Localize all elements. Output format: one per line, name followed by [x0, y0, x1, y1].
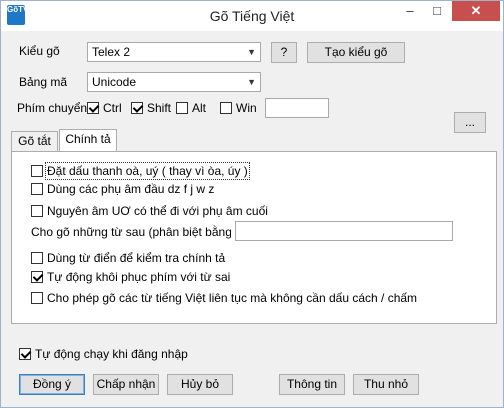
autostart-label: Tự động chạy khi đăng nhập: [35, 347, 188, 361]
win-checkbox[interactable]: Win: [220, 101, 257, 115]
checkbox-box[interactable]: [176, 102, 188, 114]
option-continuous-typing[interactable]: Cho phép gõ các từ tiếng Việt liên tục m…: [31, 291, 417, 305]
checkbox-box[interactable]: [31, 292, 43, 304]
ok-button[interactable]: Đồng ý: [19, 374, 85, 395]
checkbox-box[interactable]: [31, 271, 43, 283]
exceptions-input[interactable]: [235, 221, 453, 241]
checkbox-box[interactable]: [131, 102, 143, 114]
more-options-button[interactable]: ...: [454, 112, 486, 133]
alt-checkbox[interactable]: Alt: [176, 101, 206, 115]
autostart-checkbox[interactable]: Tự động chạy khi đăng nhập: [19, 347, 188, 361]
title-bar[interactable]: GõTV Gõ Tiếng Việt – □ ✕: [1, 1, 503, 31]
checkbox-box[interactable]: [31, 183, 43, 195]
charset-label: Bảng mã: [19, 75, 68, 89]
win-label: Win: [236, 101, 257, 115]
apply-button[interactable]: Chấp nhận: [93, 374, 159, 395]
help-button[interactable]: ?: [271, 42, 297, 63]
ctrl-checkbox[interactable]: Ctrl: [87, 101, 122, 115]
hotkey-label: Phím chuyển: [17, 101, 88, 115]
main-window: GõTV Gõ Tiếng Việt – □ ✕ Kiểu gõ Telex 2…: [0, 0, 504, 408]
create-input-method-button[interactable]: Tạo kiểu gõ: [307, 42, 405, 63]
chevron-down-icon: ▼: [247, 77, 256, 87]
option-auto-restore[interactable]: Tự động khôi phục phím với từ sai: [31, 270, 230, 284]
checkbox-box[interactable]: [31, 205, 43, 217]
option-label: Cho phép gõ các từ tiếng Việt liên tục m…: [47, 291, 418, 305]
charset-select[interactable]: Unicode ▼: [87, 72, 261, 92]
option-initial-consonants[interactable]: Dùng các phụ âm đầu dz f j w z: [31, 182, 214, 196]
minimize-window-button[interactable]: –: [397, 1, 423, 21]
ctrl-label: Ctrl: [103, 101, 122, 115]
tab-spelling[interactable]: Chính tả: [59, 129, 117, 151]
option-dictionary-check[interactable]: Dùng từ điển để kiểm tra chính tả: [31, 251, 225, 265]
shift-label: Shift: [147, 101, 172, 115]
option-label: Đặt dấu thanh oà, uý ( thay vì òa, úy ): [45, 162, 250, 180]
checkbox-box[interactable]: [220, 102, 232, 114]
info-button[interactable]: Thông tin: [279, 374, 345, 395]
input-method-select[interactable]: Telex 2 ▼: [87, 42, 261, 62]
checkbox-box[interactable]: [31, 165, 43, 177]
checkbox-box[interactable]: [31, 252, 43, 264]
minimize-to-tray-button[interactable]: Thu nhỏ: [353, 374, 419, 395]
tab-shortcuts[interactable]: Gõ tắt: [11, 131, 58, 151]
maximize-window-button[interactable]: □: [424, 1, 450, 21]
option-label: Dùng từ điển để kiểm tra chính tả: [47, 251, 226, 265]
chevron-down-icon: ▼: [247, 47, 256, 57]
option-label: Nguyên âm UƠ có thể đi với phụ âm cuối: [47, 204, 268, 218]
checkbox-box[interactable]: [87, 102, 99, 114]
option-label: Dùng các phụ âm đầu dz f j w z: [47, 182, 215, 196]
alt-label: Alt: [192, 101, 207, 115]
checkbox-box[interactable]: [19, 348, 31, 360]
hotkey-key-input[interactable]: [265, 98, 329, 118]
cancel-button[interactable]: Hủy bỏ: [167, 374, 233, 395]
shift-checkbox[interactable]: Shift: [131, 101, 171, 115]
charset-value: Unicode: [92, 75, 137, 89]
option-uo-vowel[interactable]: Nguyên âm UƠ có thể đi với phụ âm cuối: [31, 204, 268, 218]
option-tone-placement[interactable]: Đặt dấu thanh oà, uý ( thay vì òa, úy ): [31, 162, 250, 180]
close-window-button[interactable]: ✕: [452, 1, 500, 21]
option-label: Tự động khôi phục phím với từ sai: [47, 270, 231, 284]
input-method-label: Kiểu gõ: [19, 44, 60, 58]
exceptions-label: Cho gõ những từ sau (phân biệt bằng ...: [31, 225, 231, 239]
input-method-value: Telex 2: [92, 45, 131, 59]
